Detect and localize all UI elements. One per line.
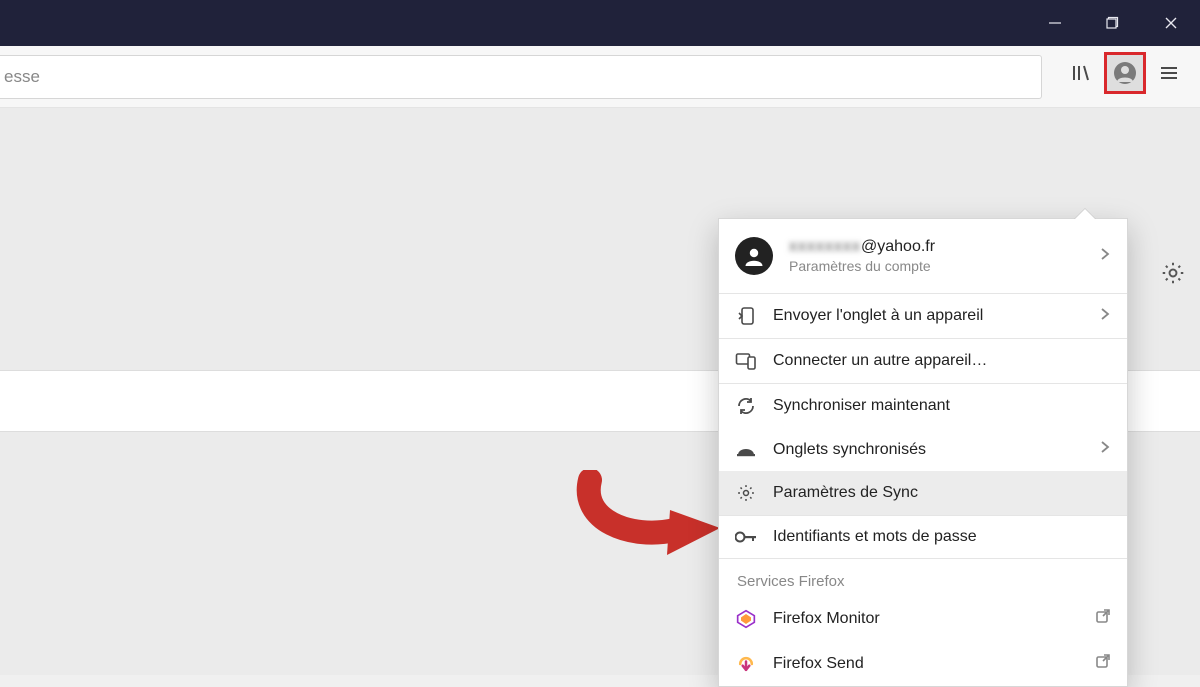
- account-subtitle: Paramètres du compte: [789, 258, 1083, 274]
- address-bar-placeholder: esse: [4, 67, 40, 87]
- sync-settings-item[interactable]: Paramètres de Sync: [719, 471, 1127, 515]
- firefox-monitor-label: Firefox Monitor: [773, 610, 1079, 628]
- sync-now-label: Synchroniser maintenant: [773, 397, 1111, 415]
- close-button[interactable]: [1142, 0, 1200, 46]
- browser-toolbar: esse: [0, 46, 1200, 108]
- send-to-device-icon: [735, 306, 757, 326]
- account-header-item[interactable]: xxxxxxxx@yahoo.fr Paramètres du compte: [719, 219, 1127, 293]
- send-tab-item[interactable]: Envoyer l'onglet à un appareil: [719, 294, 1127, 338]
- address-bar[interactable]: esse: [0, 55, 1042, 99]
- gear-icon: [735, 483, 757, 503]
- synced-tabs-item[interactable]: Onglets synchronisés: [719, 428, 1127, 471]
- window-titlebar: [0, 0, 1200, 46]
- maximize-button[interactable]: [1084, 0, 1142, 46]
- chevron-right-icon: [1099, 440, 1111, 459]
- devices-icon: [735, 351, 757, 371]
- sync-icon: [735, 396, 757, 416]
- account-info: xxxxxxxx@yahoo.fr Paramètres du compte: [789, 238, 1083, 274]
- connect-device-label: Connecter un autre appareil…: [773, 352, 1111, 370]
- sync-settings-label: Paramètres de Sync: [773, 484, 1111, 502]
- sync-now-item[interactable]: Synchroniser maintenant: [719, 384, 1127, 428]
- firefox-send-icon: [735, 654, 757, 674]
- synced-tabs-icon: [735, 443, 757, 457]
- avatar-icon: [735, 237, 773, 275]
- firefox-send-label: Firefox Send: [773, 655, 1079, 673]
- services-heading: Services Firefox: [719, 559, 1127, 596]
- account-email-hidden: xxxxxxxx: [789, 238, 861, 256]
- chevron-right-icon: [1099, 247, 1111, 266]
- logins-label: Identifiants et mots de passe: [773, 528, 1111, 546]
- external-link-icon: [1095, 608, 1111, 629]
- library-button[interactable]: [1060, 52, 1102, 94]
- firefox-send-item[interactable]: Firefox Send: [719, 641, 1127, 686]
- content-area: xxxxxxxx@yahoo.fr Paramètres du compte E…: [0, 108, 1200, 675]
- settings-gear-icon[interactable]: [1160, 260, 1186, 291]
- hamburger-menu-button[interactable]: [1148, 52, 1190, 94]
- menu-pointer: [1074, 209, 1096, 220]
- send-tab-label: Envoyer l'onglet à un appareil: [773, 307, 1083, 325]
- annotation-arrow: [575, 470, 725, 570]
- logins-item[interactable]: Identifiants et mots de passe: [719, 516, 1127, 558]
- chevron-right-icon: [1099, 307, 1111, 326]
- account-menu: xxxxxxxx@yahoo.fr Paramètres du compte E…: [718, 218, 1128, 687]
- account-button[interactable]: [1104, 52, 1146, 94]
- external-link-icon: [1095, 653, 1111, 674]
- synced-tabs-label: Onglets synchronisés: [773, 441, 1083, 459]
- account-email-domain: @yahoo.fr: [861, 238, 935, 255]
- minimize-button[interactable]: [1026, 0, 1084, 46]
- firefox-monitor-item[interactable]: Firefox Monitor: [719, 596, 1127, 641]
- connect-device-item[interactable]: Connecter un autre appareil…: [719, 339, 1127, 383]
- firefox-monitor-icon: [735, 609, 757, 629]
- key-icon: [735, 530, 757, 544]
